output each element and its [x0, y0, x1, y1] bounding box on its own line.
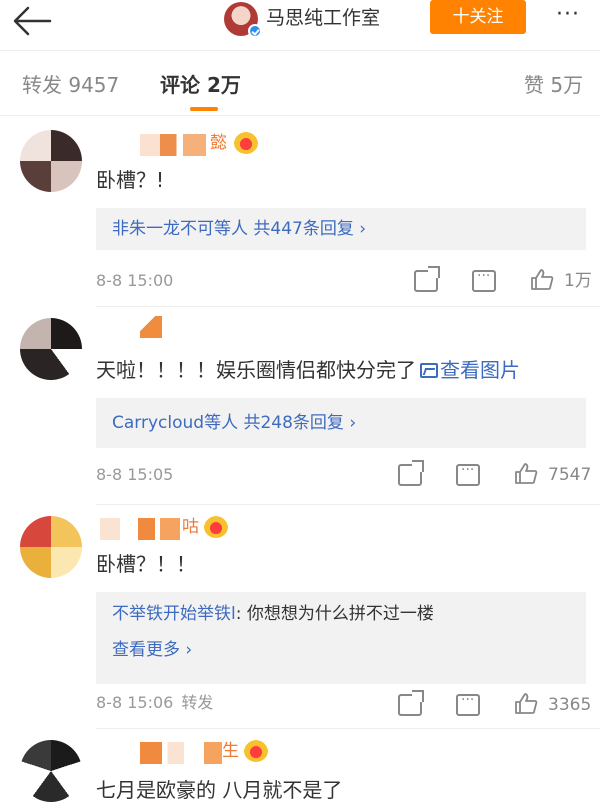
divider	[96, 728, 600, 729]
back-arrow-icon[interactable]	[10, 4, 54, 38]
view-image-link[interactable]: 查看图片	[416, 358, 520, 382]
username-blurred[interactable]	[138, 518, 180, 540]
avatar[interactable]	[20, 130, 82, 192]
comment-text-row: 天啦！！！！娱乐圈情侣都快分完了 查看图片	[96, 356, 520, 384]
username-blurred[interactable]	[140, 134, 206, 156]
top-bar: 马思纯工作室 十关注 ···	[0, 0, 600, 46]
comment-icon[interactable]	[456, 462, 480, 486]
comment-icon[interactable]	[472, 268, 496, 292]
comment-item: 生 七月是欧豪的 八月就不是了	[0, 734, 600, 810]
more-options-icon[interactable]: ···	[556, 4, 580, 26]
tab-bar: 转发 9457 评论 2万 赞 5万	[0, 50, 600, 116]
avatar[interactable]	[20, 516, 82, 578]
verified-badge-icon	[248, 24, 262, 38]
follow-button[interactable]: 十关注	[430, 0, 526, 34]
comment-item: 天啦！！！！娱乐圈情侣都快分完了 查看图片 Carrycloud等人 共248条回…	[0, 312, 600, 502]
repost-link[interactable]: 转发	[181, 693, 213, 712]
tab-like[interactable]: 赞 5万	[524, 71, 583, 99]
like-thumb-icon[interactable]	[514, 692, 538, 714]
avatar[interactable]	[20, 318, 82, 380]
comment-icon[interactable]	[456, 692, 480, 716]
like-thumb-icon[interactable]	[514, 462, 538, 484]
comment-timestamp: 8-8 15:05	[96, 465, 174, 484]
tab-repost[interactable]: 转发 9457	[22, 71, 119, 99]
image-icon	[420, 363, 438, 378]
reply-username[interactable]: 不举铁开始举铁l	[112, 604, 236, 624]
username-fragment[interactable]: 生	[222, 740, 239, 762]
reply-preview[interactable]: 不举铁开始举铁l: 你想想为什么拼不过一楼 查看更多 ›	[96, 592, 586, 684]
username-blurred[interactable]	[204, 742, 222, 764]
reply-summary-line[interactable]: Carrycloud等人 共248条回复 ›	[112, 411, 356, 435]
username-fragment[interactable]: 咕	[182, 516, 199, 538]
comment-timestamp: 8-8 15:00	[96, 271, 174, 290]
view-image-label[interactable]: 查看图片	[440, 358, 520, 382]
comment-text: 七月是欧豪的 八月就不是了	[96, 778, 343, 802]
comment-text: 卧槽？！！	[96, 552, 196, 576]
share-icon[interactable]	[398, 690, 424, 716]
like-count: 3365	[548, 695, 592, 715]
reply-summary[interactable]: Carrycloud等人 共248条回复 ›	[96, 398, 586, 448]
reply-summary-line[interactable]: 非朱一龙不可等人 共447条回复 ›	[112, 217, 366, 241]
like-count: 7547	[548, 465, 592, 485]
share-icon[interactable]	[398, 460, 424, 486]
reply-users[interactable]: Carrycloud等人	[112, 413, 238, 433]
vip-crown-icon	[234, 132, 258, 154]
chevron-right-icon: ›	[349, 413, 357, 433]
active-tab-indicator	[190, 107, 218, 111]
comment-item: 懿 卧槽？! 非朱一龙不可等人 共447条回复 › 8-8 15:00 1万	[0, 124, 600, 304]
like-count: 1万	[564, 271, 592, 291]
reply-preview-line[interactable]: 不举铁开始举铁l: 你想想为什么拼不过一楼	[112, 602, 434, 626]
see-more-link[interactable]: 查看更多 ›	[112, 638, 192, 662]
username-blurred[interactable]	[100, 518, 120, 540]
vip-crown-icon	[244, 740, 268, 762]
comment-item: 咕 卧槽？！！ 不举铁开始举铁l: 你想想为什么拼不过一楼 查看更多 › 8-8…	[0, 510, 600, 730]
tab-comment[interactable]: 评论 2万	[160, 71, 241, 99]
divider	[96, 306, 600, 307]
username-fragment[interactable]: 懿	[210, 132, 227, 154]
comment-timestamp: 8-8 15:06	[96, 693, 174, 712]
reply-summary[interactable]: 非朱一龙不可等人 共447条回复 ›	[96, 208, 586, 250]
divider	[96, 504, 600, 505]
comment-text: 天啦！！！！娱乐圈情侣都快分完了	[96, 358, 416, 382]
chevron-right-icon: ›	[359, 219, 367, 239]
share-icon[interactable]	[414, 266, 440, 292]
username-blurred[interactable]	[140, 742, 184, 764]
reply-count[interactable]: 共447条回复	[253, 219, 353, 239]
avatar[interactable]	[20, 740, 82, 802]
like-thumb-icon[interactable]	[530, 268, 554, 290]
account-avatar[interactable]	[224, 2, 262, 38]
account-name[interactable]: 马思纯工作室	[266, 4, 380, 32]
reply-text: : 你想想为什么拼不过一楼	[235, 604, 434, 624]
reply-users[interactable]: 非朱一龙不可等人	[112, 219, 248, 239]
comment-text: 卧槽？!	[96, 168, 165, 192]
comment-meta: 8-8 15:06 转发	[96, 692, 213, 714]
reply-count[interactable]: 共248条回复	[243, 413, 343, 433]
vip-crown-icon	[204, 516, 228, 538]
username-blurred[interactable]	[140, 316, 162, 338]
